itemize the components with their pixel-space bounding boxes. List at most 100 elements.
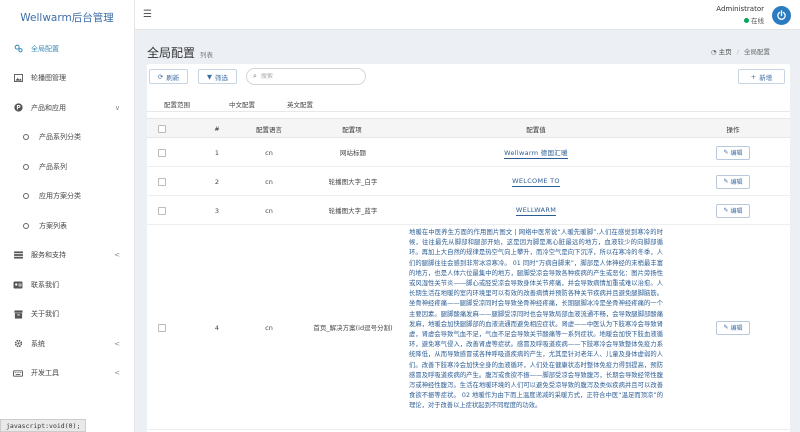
row-lang: cn — [265, 323, 273, 332]
power-icon[interactable] — [772, 6, 791, 25]
row-value-text[interactable]: Wellwarm 德国汇暖 — [504, 147, 568, 159]
id-card-icon — [12, 281, 24, 289]
menu-toggle-icon[interactable]: ☰ — [143, 9, 152, 20]
sidebar-item-label: 关于我们 — [31, 310, 59, 319]
circle-icon — [20, 163, 32, 170]
edit-button[interactable]: ✎ 编辑 — [716, 145, 750, 160]
sidebar-item[interactable]: 联系我们 — [0, 270, 134, 300]
sidebar-item-label: 产品系列分类 — [39, 133, 81, 142]
tab-english[interactable]: 英文配置 — [287, 99, 313, 109]
sidebar-item[interactable]: 轮播图管理 — [0, 64, 134, 94]
header-value: 配置值 — [526, 126, 546, 134]
list-icon — [12, 251, 24, 259]
row-lang: cn — [265, 177, 273, 186]
row-value-text[interactable]: 地暖在中医养生方面的作用图片图文 | 网络中医常说“人暖先暖脚”,人们在感觉到寒… — [409, 228, 663, 412]
row-value[interactable]: 地暖在中医养生方面的作用图片图文 | 网络中医常说“人暖先暖脚”,人们在感觉到寒… — [409, 228, 663, 430]
chevron-icon: < — [114, 251, 120, 260]
row-item: 轮播图大字_白字 — [328, 177, 378, 186]
image-icon — [12, 74, 24, 83]
sidebar-item-label: 产品系列 — [39, 162, 67, 171]
row-value-text[interactable]: WELCOME TO — [512, 177, 560, 187]
filter-button[interactable]: ▼ 筛选 — [198, 69, 237, 84]
header-item: 配置项 — [342, 126, 362, 134]
sidebar-item-label: 应用方案分类 — [39, 192, 81, 201]
sidebar-menu: 全局配置轮播图管理 P 产品和应用 ∨ 产品系列分类 产品系列应用方案分类方案列表 服务和支… — [0, 34, 134, 388]
dashboard-icon: ◔ — [710, 48, 717, 56]
edit-icon: ✎ — [723, 324, 729, 331]
sidebar-item[interactable]: P 产品和应用 ∨ — [0, 93, 134, 123]
toolbar: ⟳刷新 ▼筛选 ⌕ +新增 — [147, 64, 790, 92]
table-row: 3 cn 轮播图大字_蓝字 WELLWARM ✎ 编辑 — [147, 196, 790, 225]
table-row: 4 cn 首页_解决方案(id逗号分割) 地暖在中医养生方面的作用图片图文 | 网络中… — [147, 225, 790, 430]
topbar: ☰ Administrator 在线 — [135, 0, 800, 30]
select-all-checkbox[interactable] — [158, 125, 166, 133]
row-action-cell: ✎ 编辑 — [716, 225, 750, 430]
refresh-icon: ⟳ — [157, 72, 164, 81]
sidebar-item-label: 开发工具 — [31, 369, 59, 378]
breadcrumb-home[interactable]: 主页 — [719, 48, 732, 56]
table-row: 1 cn 网站标题 Wellwarm 德国汇暖 ✎ 编辑 — [147, 138, 790, 167]
row-value-text[interactable]: WELLWARM — [515, 206, 557, 216]
breadcrumb-separator: / — [736, 48, 739, 56]
sidebar-item[interactable]: 关于我们 — [0, 300, 134, 330]
user-status: 在线 — [716, 15, 764, 25]
edit-button[interactable]: ✎ 编辑 — [716, 203, 750, 218]
filter-icon: ▼ — [207, 72, 212, 81]
row-checkbox[interactable] — [158, 206, 166, 215]
sidebar-item[interactable]: 系统 < — [0, 329, 134, 359]
search-box: ⌕ — [246, 68, 366, 85]
row-value[interactable]: WELLWARM — [409, 196, 663, 225]
tab-chinese[interactable]: 中文配置 — [229, 99, 255, 109]
status-bar: javascript:void(0); — [0, 419, 87, 432]
row-checkbox[interactable] — [158, 323, 166, 332]
chevron-icon: < — [114, 339, 120, 348]
row-action-cell: ✎ 编辑 — [716, 196, 750, 225]
sidebar-item-label: 轮播图管理 — [31, 74, 66, 83]
row-value[interactable]: WELCOME TO — [409, 167, 663, 196]
table-body: 1 cn 网站标题 Wellwarm 德国汇暖 ✎ 编辑 2 cn 轮播图大字_白字 WELCOM… — [147, 138, 790, 430]
sidebar-item[interactable]: 产品系列 — [0, 152, 134, 182]
archive-icon — [12, 310, 24, 319]
circle-icon — [20, 134, 32, 141]
circle-icon — [20, 222, 32, 229]
user-panel[interactable]: Administrator 在线 — [716, 5, 764, 25]
config-tabs: 配置范围 中文配置 英文配置 — [147, 96, 790, 112]
page-header: 全局配置 列表 — [147, 44, 213, 61]
sidebar: Wellwarm后台管理 全局配置轮播图管理 P 产品和应用 ∨ 产品系列分类 产品系列应… — [0, 0, 135, 432]
sidebar-item[interactable]: 开发工具 < — [0, 359, 134, 389]
edit-icon: ✎ — [723, 178, 729, 185]
search-input[interactable] — [260, 73, 356, 80]
sidebar-item-label: 产品和应用 — [31, 103, 66, 112]
edit-button[interactable]: ✎ 编辑 — [716, 174, 750, 189]
sidebar-item[interactable]: 服务和支持 < — [0, 241, 134, 271]
row-checkbox-cell — [155, 225, 169, 430]
svg-text:P: P — [16, 106, 21, 112]
select-all-checkbox-cell — [155, 119, 169, 139]
sidebar-item[interactable]: 全局配置 — [0, 34, 134, 64]
username: Administrator — [716, 5, 764, 13]
brand-logo[interactable]: Wellwarm后台管理 — [0, 0, 134, 34]
tab-scope[interactable]: 配置范围 — [164, 99, 190, 109]
row-num: 3 — [214, 206, 220, 215]
row-action-cell: ✎ 编辑 — [716, 167, 750, 196]
edit-icon: ✎ — [723, 149, 729, 156]
online-dot-icon — [744, 18, 749, 23]
sidebar-item-label: 联系我们 — [31, 280, 59, 289]
add-button[interactable]: + 新增 — [738, 69, 785, 84]
row-value[interactable]: Wellwarm 德国汇暖 — [409, 138, 663, 167]
edit-button[interactable]: ✎ 编辑 — [716, 320, 750, 335]
sidebar-item[interactable]: 方案列表 — [0, 211, 134, 241]
chevron-icon: ∨ — [114, 103, 120, 112]
row-checkbox[interactable] — [158, 177, 166, 186]
row-num: 4 — [214, 323, 220, 332]
chevron-icon: < — [114, 369, 120, 378]
row-checkbox-cell — [155, 167, 169, 196]
header-lang: 配置语言 — [256, 126, 282, 134]
sidebar-item[interactable]: 产品系列分类 — [0, 123, 134, 153]
sidebar-item[interactable]: 应用方案分类 — [0, 182, 134, 212]
refresh-button[interactable]: ⟳ 刷新 — [149, 69, 188, 84]
header-num: # — [214, 125, 220, 133]
row-checkbox[interactable] — [158, 148, 166, 157]
header-action: 操作 — [726, 126, 740, 134]
gears-icon — [12, 44, 24, 53]
